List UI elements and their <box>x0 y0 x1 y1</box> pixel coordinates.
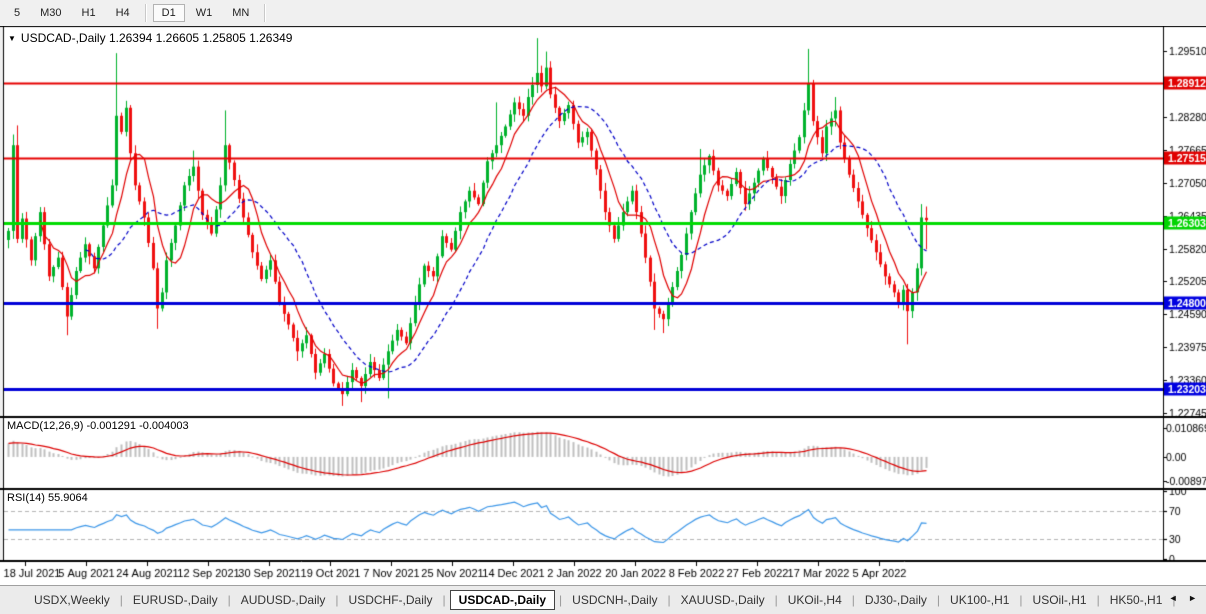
toolbar-separator <box>264 4 267 22</box>
tab-dj30-daily[interactable]: DJ30-,Daily <box>859 590 933 610</box>
tab-scroll-arrows[interactable]: ◄ ► <box>1169 593 1201 603</box>
tab-separator: | <box>1019 593 1023 607</box>
tab-separator: | <box>227 593 231 607</box>
tab-separator: | <box>667 593 671 607</box>
tab-ukoil-h4[interactable]: UKOil-,H4 <box>782 590 848 610</box>
symbol-tab-bar: USDX,Weekly | EURUSD-,Daily | AUDUSD-,Daily |… <box>0 585 1206 614</box>
timeframe-button-m30[interactable]: M30 <box>31 4 70 22</box>
timeframe-button-d1[interactable]: D1 <box>152 4 185 22</box>
symbol-dropdown-icon[interactable]: ▼ <box>8 34 16 43</box>
macd-panel-canvas[interactable] <box>0 417 1206 489</box>
tab-uk100-h1[interactable]: UK100-,H1 <box>944 590 1015 610</box>
tab-separator: | <box>442 593 446 607</box>
tab-separator: | <box>1096 593 1100 607</box>
main-chart-canvas[interactable] <box>0 26 1206 417</box>
tab-usdcnh-daily[interactable]: USDCNH-,Daily <box>566 590 663 610</box>
timeframe-button-mn[interactable]: MN <box>223 4 258 22</box>
timeframe-button-5[interactable]: 5 <box>5 4 29 22</box>
tab-separator: | <box>774 593 778 607</box>
timeframe-button-h4[interactable]: H4 <box>107 4 139 22</box>
tab-separator: | <box>119 593 123 607</box>
tab-separator: | <box>335 593 339 607</box>
toolbar-separator <box>144 4 147 22</box>
tab-separator: | <box>851 593 855 607</box>
tab-usdcad-daily[interactable]: USDCAD-,Daily <box>449 590 556 610</box>
tab-usoil-h1[interactable]: USOil-,H1 <box>1027 590 1093 610</box>
rsi-panel-canvas[interactable] <box>0 489 1206 561</box>
timeframe-button-h1[interactable]: H1 <box>73 4 105 22</box>
tab-hk50-h1[interactable]: HK50-,H1 <box>1104 590 1169 610</box>
tab-eurusd-daily[interactable]: EURUSD-,Daily <box>127 590 224 610</box>
timeframe-button-w1[interactable]: W1 <box>187 4 222 22</box>
tab-xauusd-daily[interactable]: XAUUSD-,Daily <box>675 590 771 610</box>
tab-separator: | <box>936 593 941 607</box>
tab-audusd-daily[interactable]: AUDUSD-,Daily <box>235 590 332 610</box>
tab-usdx-weekly[interactable]: USDX,Weekly <box>28 590 116 610</box>
timeframe-toolbar: 5 M30 H1 H4 D1 W1 MN <box>0 0 1206 26</box>
date-axis-canvas[interactable] <box>0 561 1206 585</box>
tab-separator: | <box>559 593 563 607</box>
tab-usdchf-daily[interactable]: USDCHF-,Daily <box>343 590 439 610</box>
